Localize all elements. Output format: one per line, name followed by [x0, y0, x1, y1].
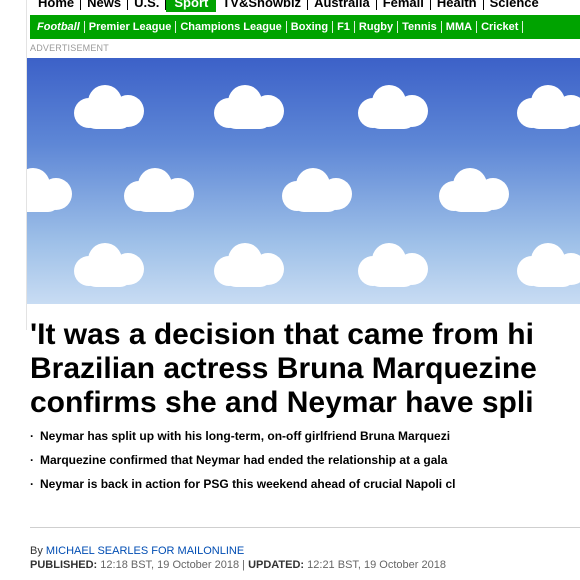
article-summary-bullets: · Neymar has split up with his long-term,…: [30, 424, 580, 496]
summary-bullet: · Neymar is back in action for PSG this w…: [30, 472, 580, 496]
byline-prefix: By: [30, 545, 46, 557]
author-link[interactable]: MICHAEL SEARLES FOR MAILONLINE: [46, 545, 244, 557]
subnav-separator: [285, 21, 287, 34]
subnav-cricket[interactable]: Cricket: [477, 15, 522, 39]
subnav-tennis[interactable]: Tennis: [398, 15, 441, 39]
subnav-football[interactable]: Football: [30, 15, 84, 39]
summary-bullet-text: Marquezine confirmed that Neymar had end…: [40, 453, 448, 467]
bullet-dot-icon: ·: [30, 477, 34, 491]
summary-bullet: · Marquezine confirmed that Neymar had en…: [30, 448, 580, 472]
nav-tv-showbiz[interactable]: TV&Showbiz: [216, 0, 307, 12]
subnav-separator: [440, 21, 442, 34]
cloud-icon: [124, 168, 198, 212]
nav-sport[interactable]: Sport: [166, 0, 217, 12]
byline-divider: [30, 527, 580, 528]
updated-value: 12:21 BST, 19 October 2018: [304, 559, 446, 571]
subnav-premier-league[interactable]: Premier League: [85, 15, 176, 39]
bullet-dot-icon: ·: [30, 429, 34, 443]
subnav-separator: [353, 21, 355, 34]
article-headline: 'It was a decision that came from hi Bra…: [30, 318, 580, 420]
nav-science[interactable]: Science: [484, 0, 545, 12]
nav-us[interactable]: U.S.: [128, 0, 165, 12]
left-gutter: [0, 0, 27, 330]
headline-line-1: 'It was a decision that came from hi: [30, 318, 534, 351]
published-value: 12:18 BST, 19 October 2018 |: [97, 559, 249, 571]
cloud-icon: [517, 243, 580, 287]
headline-line-3: confirms she and Neymar have spli: [30, 386, 534, 419]
nav-australia[interactable]: Australia: [308, 0, 376, 12]
updated-label: UPDATED:: [248, 559, 305, 571]
nav-home[interactable]: Home: [32, 0, 80, 12]
cloud-icon: [517, 85, 580, 129]
subnav-boxing[interactable]: Boxing: [287, 15, 332, 39]
cloud-icon: [214, 85, 288, 129]
nav-femail[interactable]: Femail: [377, 0, 430, 12]
cloud-icon: [74, 85, 148, 129]
subnav-separator: [522, 21, 524, 34]
cloud-icon: [27, 168, 76, 212]
nav-health[interactable]: Health: [431, 0, 483, 12]
cloud-icon: [214, 243, 288, 287]
nav-news[interactable]: News: [81, 0, 127, 12]
top-navigation: Home News U.S. Sport TV&Showbiz Australia Fema…: [32, 0, 545, 12]
cloud-icon: [439, 168, 513, 212]
subnav-champions-league[interactable]: Champions League: [176, 15, 285, 39]
article-dates: PUBLISHED: 12:18 BST, 19 October 2018 | …: [30, 558, 446, 572]
cloud-icon: [74, 243, 148, 287]
byline: By MICHAEL SEARLES FOR MAILONLINE: [30, 544, 244, 558]
bullet-dot-icon: ·: [30, 453, 34, 467]
subnav-separator: [83, 21, 85, 34]
subnav-separator: [175, 21, 177, 34]
advertisement-label: ADVERTISEMENT: [30, 43, 109, 53]
subnav-separator: [476, 21, 478, 34]
cloud-icon: [282, 168, 356, 212]
subnav-separator: [332, 21, 334, 34]
subnav-separator: [397, 21, 399, 34]
cloud-icon: [358, 243, 432, 287]
summary-bullet-text: Neymar is back in action for PSG this we…: [40, 477, 456, 491]
sport-subnavigation: Football Premier League Champions League Bo…: [30, 15, 580, 39]
advertisement-banner[interactable]: [27, 58, 580, 304]
summary-bullet: · Neymar has split up with his long-term,…: [30, 424, 580, 448]
cloud-icon: [358, 85, 432, 129]
headline-line-2: Brazilian actress Bruna Marquezine: [30, 352, 537, 385]
subnav-rugby[interactable]: Rugby: [355, 15, 397, 39]
published-label: PUBLISHED:: [30, 559, 98, 571]
subnav-mma[interactable]: MMA: [442, 15, 476, 39]
summary-bullet-text: Neymar has split up with his long-term, …: [40, 429, 451, 443]
subnav-f1[interactable]: F1: [333, 15, 354, 39]
